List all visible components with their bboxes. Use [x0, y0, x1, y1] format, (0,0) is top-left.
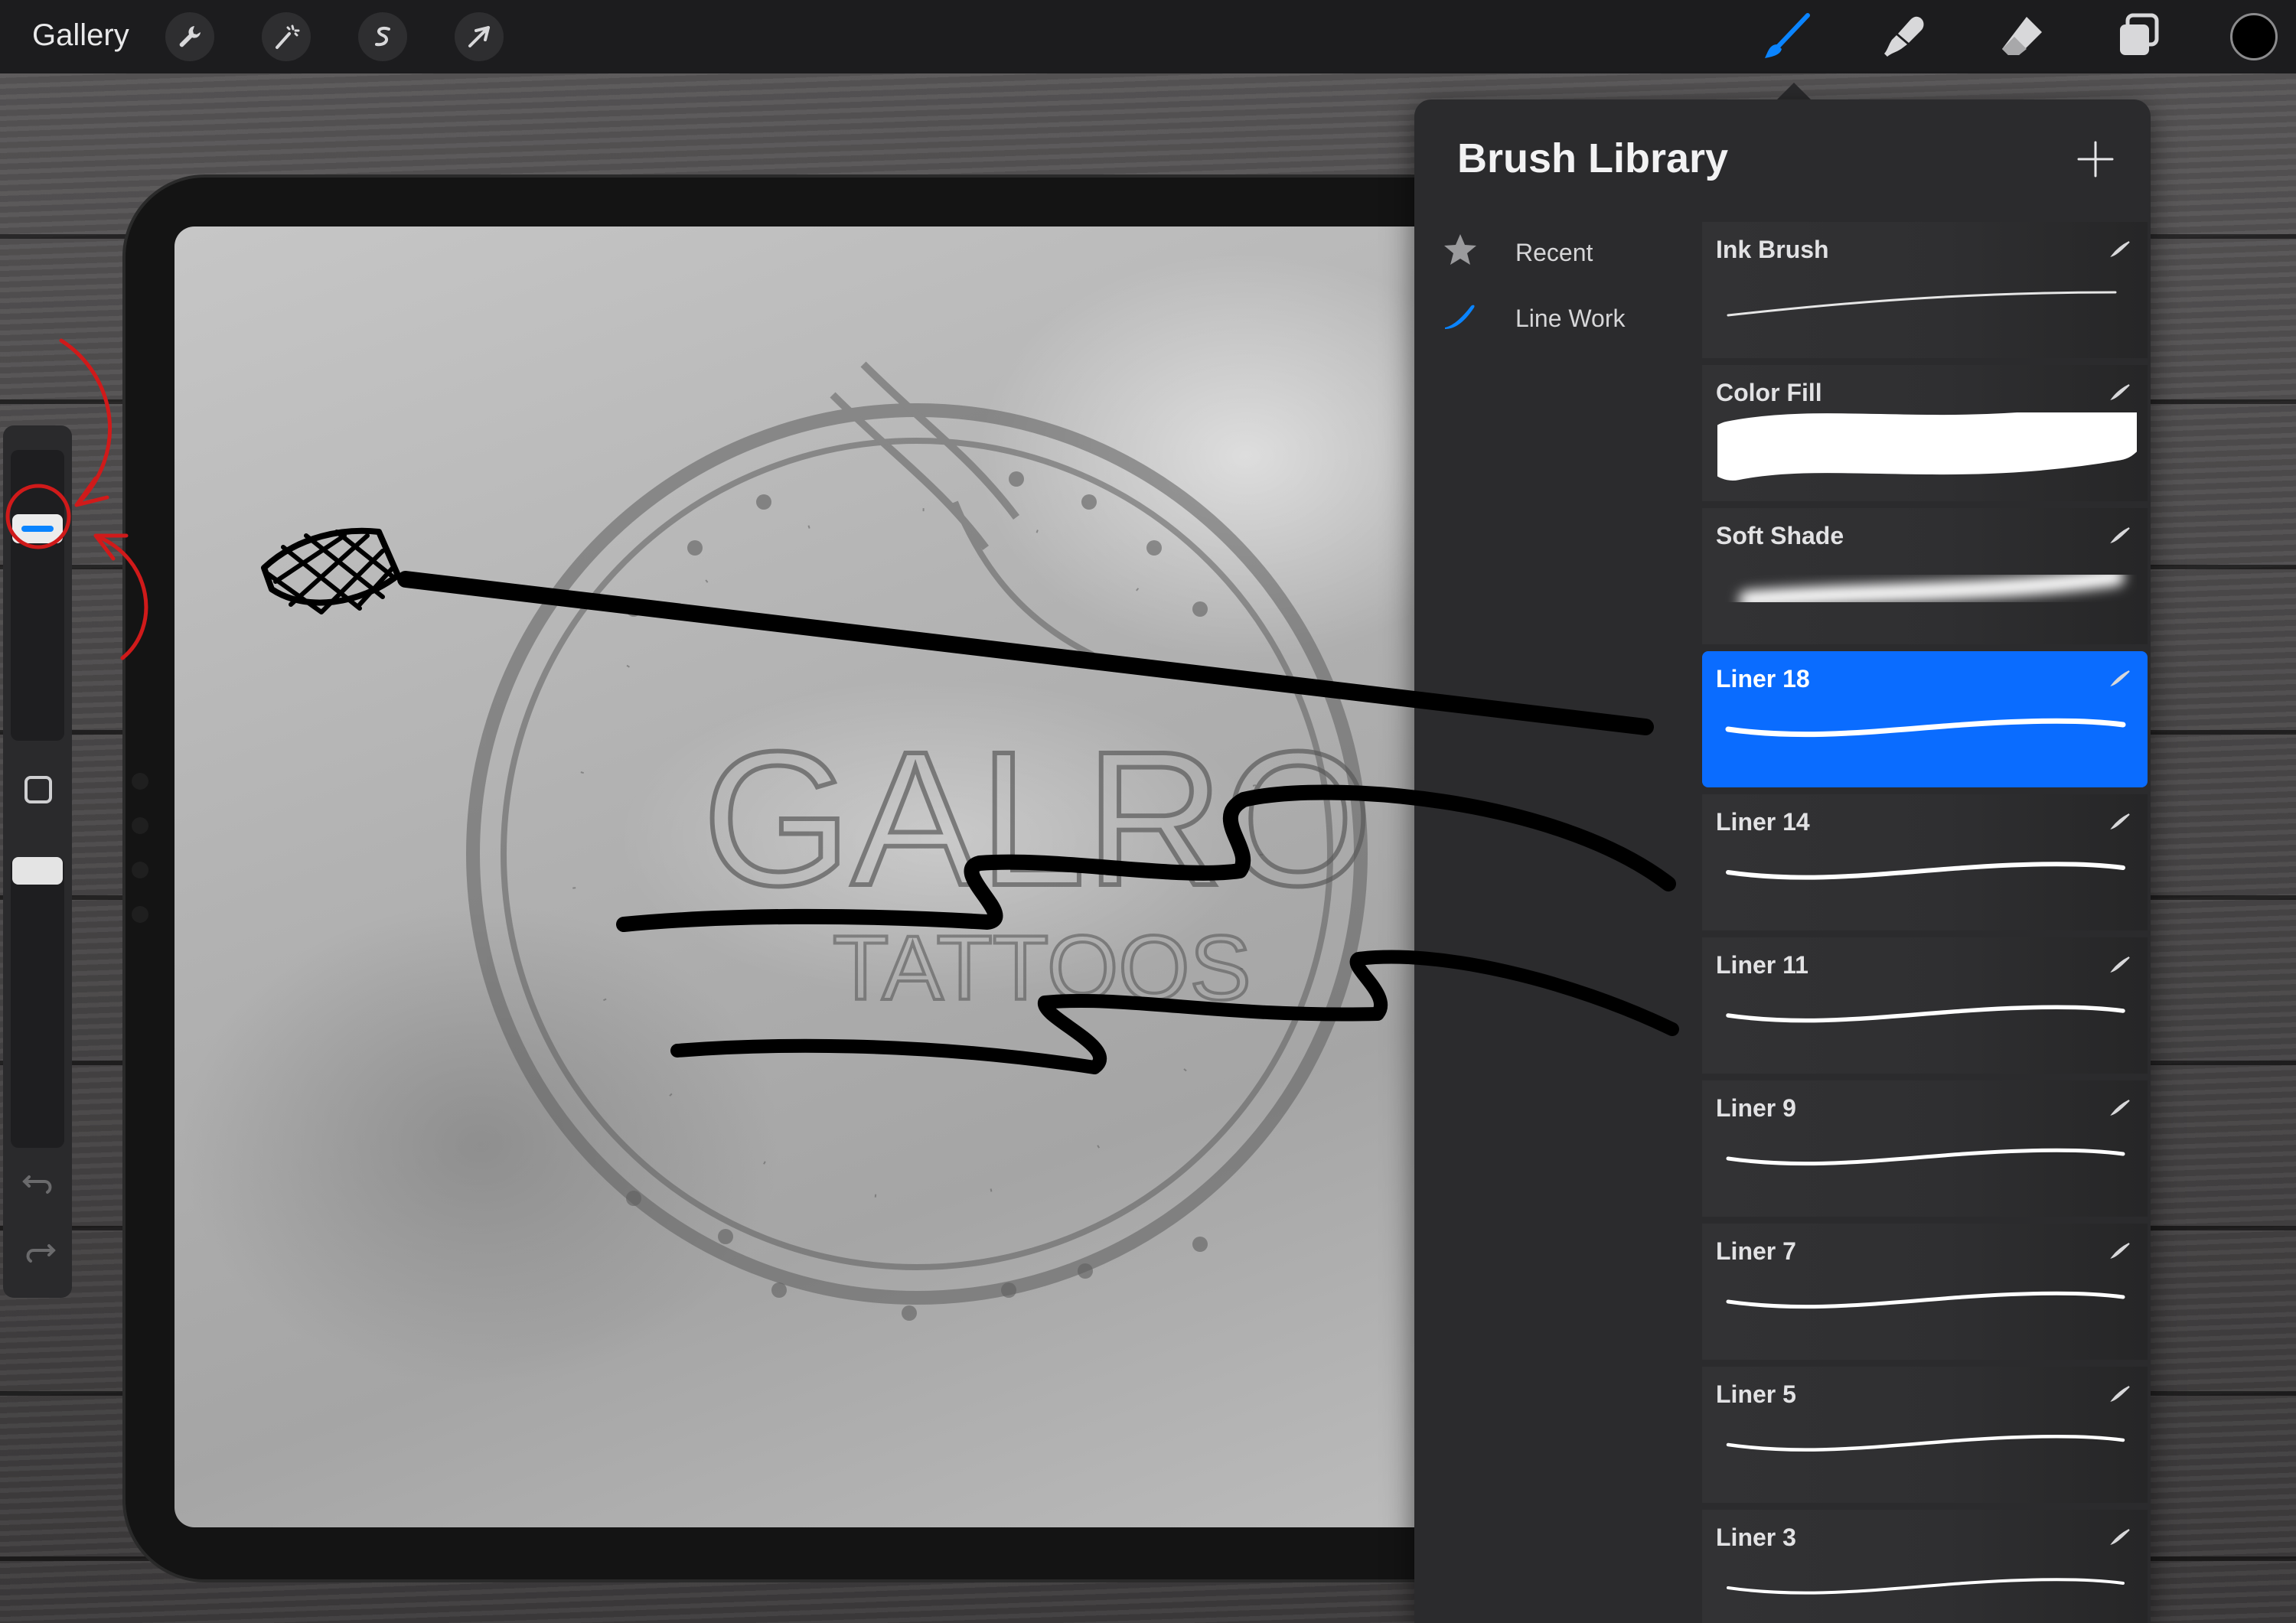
brush-item[interactable]: Liner 11 — [1702, 937, 2148, 1074]
adjustments-button[interactable] — [262, 12, 311, 61]
brush-stroke-preview — [1726, 1434, 2125, 1452]
brush-name: Liner 9 — [1716, 1094, 1796, 1122]
brush-item[interactable]: Soft Shade — [1702, 508, 2148, 644]
logo-artwork: GALRO TATTOOS — [466, 361, 1375, 1321]
brush-item[interactable]: Liner 7 — [1702, 1224, 2148, 1360]
brush-name: Liner 5 — [1716, 1380, 1796, 1408]
brush-name: Liner 14 — [1716, 808, 1810, 836]
brush-name: Liner 7 — [1716, 1237, 1796, 1265]
selection-button[interactable] — [358, 12, 407, 61]
brush-name: Liner 3 — [1716, 1524, 1796, 1551]
brush-stroke-preview — [1726, 1148, 2125, 1166]
brush-settings-icon[interactable] — [2109, 953, 2132, 976]
redo-icon[interactable] — [21, 1235, 57, 1270]
layers-icon[interactable] — [2112, 11, 2164, 63]
selection-icon — [375, 27, 390, 47]
brush-name: Liner 11 — [1716, 951, 1808, 979]
eraser-icon[interactable] — [1996, 11, 2048, 63]
brush-category-list: Recent Line Work — [1414, 222, 1702, 354]
opacity-knob[interactable] — [12, 857, 63, 885]
undo-icon[interactable] — [21, 1166, 57, 1201]
brush-settings-icon[interactable] — [2109, 1382, 2132, 1405]
logo-subtitle: TATTOOS — [833, 917, 1251, 1019]
panel-caret — [1776, 83, 1812, 101]
brush-icon[interactable] — [1760, 11, 1812, 63]
brush-stroke-preview — [1725, 718, 2126, 738]
top-toolbar: Gallery — [0, 0, 2296, 73]
smudge-icon[interactable] — [1878, 11, 1930, 63]
add-brush-icon[interactable] — [2074, 138, 2117, 181]
category-recent[interactable]: Recent — [1414, 222, 1702, 288]
drawing-canvas[interactable]: GALRO TATTOOS — [174, 227, 1521, 1527]
category-label: Line Work — [1515, 305, 1626, 332]
category-label: Recent — [1515, 239, 1593, 266]
brush-settings-icon[interactable] — [2109, 1096, 2132, 1119]
brush-name: Ink Brush — [1716, 236, 1829, 263]
brush-size-knob[interactable] — [12, 514, 63, 543]
brush-settings-icon[interactable] — [2109, 810, 2132, 833]
modify-button[interactable] — [24, 776, 52, 803]
brush-stroke-preview — [1717, 412, 2137, 481]
brush-stroke-preview — [1726, 862, 2125, 880]
category-line-work[interactable]: Line Work — [1414, 288, 1702, 354]
brush-item[interactable]: Liner 14 — [1702, 794, 2148, 930]
brush-settings-icon[interactable] — [2109, 1239, 2132, 1262]
brush-item[interactable]: Liner 9 — [1702, 1080, 2148, 1217]
brush-name: Liner 18 — [1716, 665, 1810, 693]
brush-stroke-preview — [1727, 1578, 2125, 1595]
brush-item[interactable]: Ink Brush — [1702, 222, 2148, 358]
magic-wand-icon — [276, 24, 300, 49]
brush-list: Ink Brush Color Fill Soft Shade Liner 18 Lin… — [1702, 222, 2148, 1623]
brush-name: Color Fill — [1716, 379, 1822, 406]
brush-settings-icon[interactable] — [2109, 666, 2132, 689]
transform-arrow-icon — [468, 26, 490, 47]
brush-stroke-preview — [1727, 291, 2117, 317]
opacity-slider[interactable] — [11, 857, 64, 1148]
brush-stroke-preview — [1739, 568, 2125, 609]
logo-title: GALRO — [703, 712, 1372, 925]
brush-item[interactable]: Liner 3 — [1702, 1510, 2148, 1623]
actions-button[interactable] — [165, 12, 214, 61]
brush-size-slider[interactable] — [11, 450, 64, 741]
left-sidebar — [3, 425, 72, 1298]
color-swatch[interactable] — [2230, 13, 2278, 60]
brush-item[interactable]: Liner 5 — [1702, 1367, 2148, 1503]
brush-stroke-preview — [1726, 1291, 2125, 1309]
transform-button[interactable] — [455, 12, 504, 61]
brush-item[interactable]: Liner 18 — [1702, 651, 2148, 787]
brush-settings-icon[interactable] — [2109, 1525, 2132, 1548]
wrench-icon — [179, 26, 201, 47]
brush-settings-icon[interactable] — [2109, 380, 2132, 403]
brush-library-panel: Brush Library Recent Line Work Ink Brush… — [1414, 99, 2151, 1623]
brush-item[interactable]: Color Fill — [1702, 365, 2148, 501]
brush-stroke-preview — [1726, 1005, 2125, 1023]
brush-stroke-icon — [1445, 305, 1475, 329]
brush-settings-icon[interactable] — [2109, 237, 2132, 260]
brush-library-title: Brush Library — [1457, 135, 1729, 181]
tablet-camera-dots — [132, 773, 150, 950]
star-icon — [1444, 234, 1476, 265]
brush-name: Soft Shade — [1716, 522, 1844, 549]
gallery-button[interactable]: Gallery — [32, 18, 129, 53]
brush-settings-icon[interactable] — [2109, 523, 2132, 546]
